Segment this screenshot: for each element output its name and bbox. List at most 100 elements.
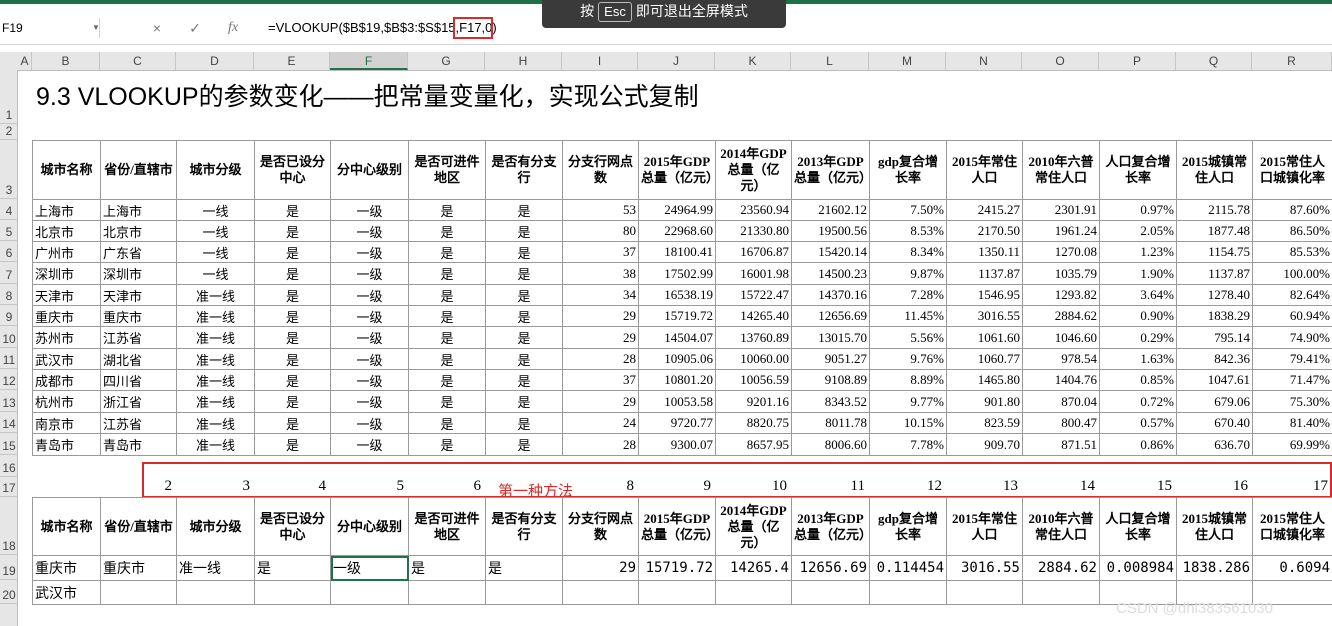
cell[interactable]: 8006.60: [791, 433, 870, 456]
cell[interactable]: 北京市: [32, 220, 101, 242]
fx-icon[interactable]: fx: [218, 18, 248, 38]
cell[interactable]: 0.90%: [1099, 305, 1177, 327]
cell[interactable]: 天津市: [32, 284, 101, 306]
cell[interactable]: 85.53%: [1252, 241, 1332, 263]
cell[interactable]: 80: [562, 220, 639, 242]
row-header-5[interactable]: 5: [0, 220, 18, 241]
cell[interactable]: 是: [408, 369, 486, 391]
cell[interactable]: 18100.41: [638, 241, 716, 263]
cell[interactable]: 一级: [330, 262, 409, 285]
column-header-p[interactable]: P: [1099, 52, 1176, 70]
row-header-7[interactable]: 7: [0, 262, 18, 284]
cell[interactable]: 一级: [330, 305, 409, 327]
cell[interactable]: 是: [485, 412, 563, 434]
row-header-20[interactable]: 20: [0, 580, 18, 604]
cell[interactable]: 准一线: [176, 369, 255, 391]
cell[interactable]: 5.56%: [869, 326, 947, 349]
cell[interactable]: 一级: [330, 433, 409, 456]
cell[interactable]: 成都市: [32, 369, 101, 391]
cell[interactable]: 23560.94: [715, 199, 792, 221]
cell[interactable]: 杭州市: [32, 390, 101, 413]
row-header-13[interactable]: 13: [0, 390, 18, 412]
cell[interactable]: 871.51: [1022, 433, 1100, 456]
cell[interactable]: 是: [408, 412, 486, 434]
cell[interactable]: 28: [562, 433, 639, 456]
cell[interactable]: 7.28%: [869, 284, 947, 306]
cell[interactable]: 16538.19: [638, 284, 716, 306]
cell[interactable]: [485, 580, 563, 605]
cell[interactable]: 一级: [330, 348, 409, 370]
cell[interactable]: 37: [562, 369, 639, 391]
cell[interactable]: 8.34%: [869, 241, 947, 263]
lookup-header-cell[interactable]: 2015常住人口城镇化率: [1252, 497, 1332, 556]
cell[interactable]: 9.77%: [869, 390, 947, 413]
lookup-header-cell[interactable]: 2015年GDP总量（亿元）: [638, 497, 716, 556]
cell[interactable]: 15719.72: [638, 555, 716, 581]
cell[interactable]: 22968.60: [638, 220, 716, 242]
header-cell[interactable]: 是否有分支行: [485, 140, 563, 200]
row-header-6[interactable]: 6: [0, 241, 18, 262]
cell[interactable]: 2415.27: [946, 199, 1023, 221]
cell[interactable]: 是: [485, 262, 563, 285]
cell[interactable]: 是: [254, 199, 331, 221]
column-header-l[interactable]: L: [791, 52, 869, 70]
cell[interactable]: 81.40%: [1252, 412, 1332, 434]
cell[interactable]: 1961.24: [1022, 220, 1100, 242]
cell[interactable]: 是: [408, 241, 486, 263]
row-header-1[interactable]: 1: [0, 70, 18, 124]
cell[interactable]: 是: [408, 326, 486, 349]
cell[interactable]: 870.04: [1022, 390, 1100, 413]
cell[interactable]: 3.64%: [1099, 284, 1177, 306]
cell[interactable]: 1350.11: [946, 241, 1023, 263]
lookup-header-cell[interactable]: gdp复合增长率: [869, 497, 947, 556]
cell[interactable]: 29: [562, 305, 639, 327]
lookup-header-cell[interactable]: 2015年常住人口: [946, 497, 1023, 556]
cell[interactable]: 青岛市: [32, 433, 101, 456]
cell[interactable]: 是: [254, 305, 331, 327]
lookup-header-cell[interactable]: 分支行网点数: [562, 497, 639, 556]
cell[interactable]: 2.05%: [1099, 220, 1177, 242]
cell[interactable]: [715, 580, 792, 605]
cell[interactable]: 一线: [176, 199, 255, 221]
cell[interactable]: 青岛市: [100, 433, 177, 456]
lookup-header-cell[interactable]: 是否可进件地区: [408, 497, 486, 556]
header-cell[interactable]: 2015年常住人口: [946, 140, 1023, 200]
cell[interactable]: 800.47: [1022, 412, 1100, 434]
header-cell[interactable]: 人口复合增长率: [1099, 140, 1177, 200]
cell[interactable]: [869, 580, 947, 605]
row-header-11[interactable]: 11: [0, 348, 18, 369]
cell[interactable]: 是: [485, 326, 563, 349]
cell[interactable]: 8.89%: [869, 369, 947, 391]
cell[interactable]: 是: [254, 284, 331, 306]
cell[interactable]: 是: [408, 220, 486, 242]
cell[interactable]: 71.47%: [1252, 369, 1332, 391]
cell[interactable]: 29: [562, 326, 639, 349]
cell[interactable]: 是: [254, 369, 331, 391]
cell[interactable]: 87.60%: [1252, 199, 1332, 221]
cell[interactable]: 9108.89: [791, 369, 870, 391]
cell[interactable]: 准一线: [176, 390, 255, 413]
cell[interactable]: 0.86%: [1099, 433, 1177, 456]
cell[interactable]: 1.23%: [1099, 241, 1177, 263]
cell[interactable]: 8011.78: [791, 412, 870, 434]
cell[interactable]: 7.78%: [869, 433, 947, 456]
column-header-r[interactable]: R: [1252, 52, 1332, 70]
cell[interactable]: 是: [254, 412, 331, 434]
column-header-g[interactable]: G: [408, 52, 485, 70]
cell[interactable]: 是: [485, 348, 563, 370]
column-index-number[interactable]: 10: [747, 478, 787, 495]
column-header-n[interactable]: N: [946, 52, 1022, 70]
header-cell[interactable]: 2010年六普常住人口: [1022, 140, 1100, 200]
cell[interactable]: [408, 580, 486, 605]
column-index-number[interactable]: 5: [364, 478, 405, 495]
cell[interactable]: 2884.62: [1022, 305, 1100, 327]
cell[interactable]: 15420.14: [791, 241, 870, 263]
cell[interactable]: 10060.00: [715, 348, 792, 370]
cell[interactable]: [946, 580, 1023, 605]
cell[interactable]: 一级: [330, 326, 409, 349]
cell[interactable]: 南京市: [32, 412, 101, 434]
cell[interactable]: 16001.98: [715, 262, 792, 285]
cell[interactable]: 0.29%: [1099, 326, 1177, 349]
cell[interactable]: 是: [254, 433, 331, 456]
cell[interactable]: 3016.55: [946, 305, 1023, 327]
